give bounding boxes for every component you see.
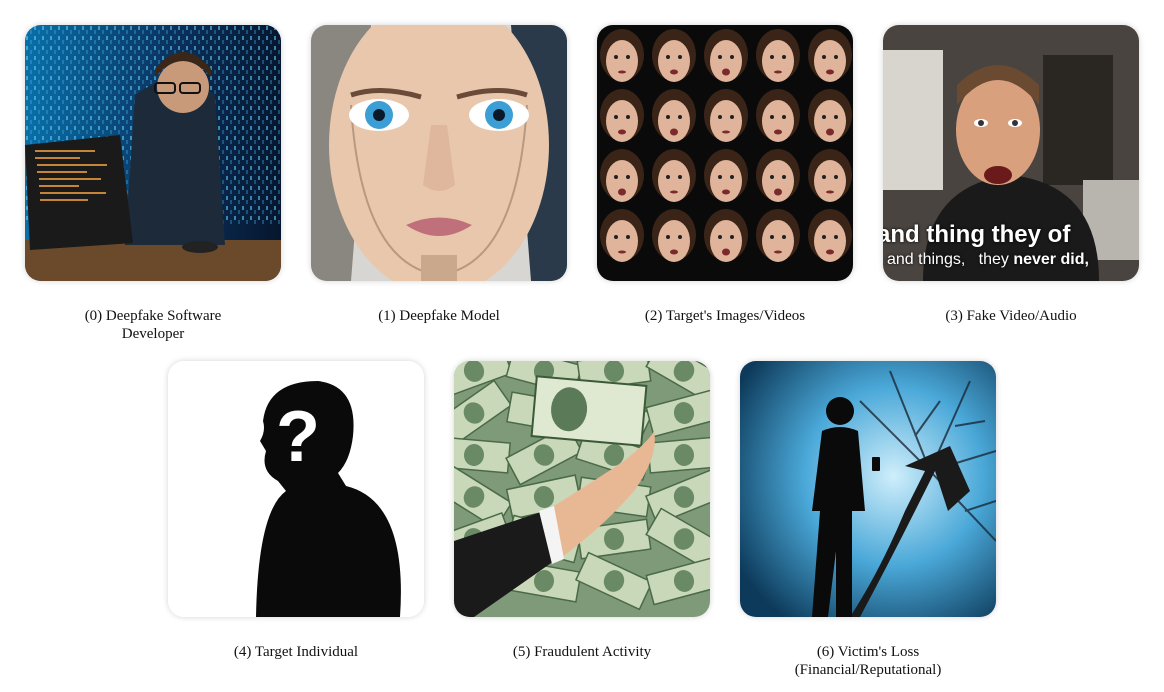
featured-dollar-bill — [530, 375, 648, 447]
caption-victims-loss: (6) Victim's Loss (Financial/Reputationa… — [794, 644, 942, 678]
dollar-bill — [647, 436, 710, 474]
caption-target-images-videos: (2) Target's Images/Videos — [644, 308, 806, 324]
caption-target-individual: (4) Target Individual — [233, 644, 359, 660]
caption-deepfake-software-developer: (0) Deepfake Software Developer — [84, 308, 222, 342]
question-mark-icon: ? — [276, 397, 320, 477]
panel-target-images-image — [597, 25, 853, 281]
panel-target-individual-image: ? — [168, 361, 424, 617]
caption-fake-video-audio: (3) Fake Video/Audio — [945, 308, 1077, 324]
panel-victims-loss-image — [740, 361, 996, 617]
panel-fraudulent-activity-image — [454, 361, 710, 617]
panel-deepfake-model-image — [311, 25, 567, 281]
subtitle-line-1: and thing they of — [883, 221, 1071, 248]
panel-fake-video-image: and thing they of and things, they never… — [883, 25, 1139, 281]
caption-deepfake-model: (1) Deepfake Model — [378, 308, 500, 324]
dollar-bill — [454, 436, 511, 474]
subtitle-line-2: and things, they never did, — [887, 251, 1089, 268]
caption-fraudulent-activity: (5) Fraudulent Activity — [512, 644, 652, 660]
panel-developer-image — [25, 25, 281, 281]
